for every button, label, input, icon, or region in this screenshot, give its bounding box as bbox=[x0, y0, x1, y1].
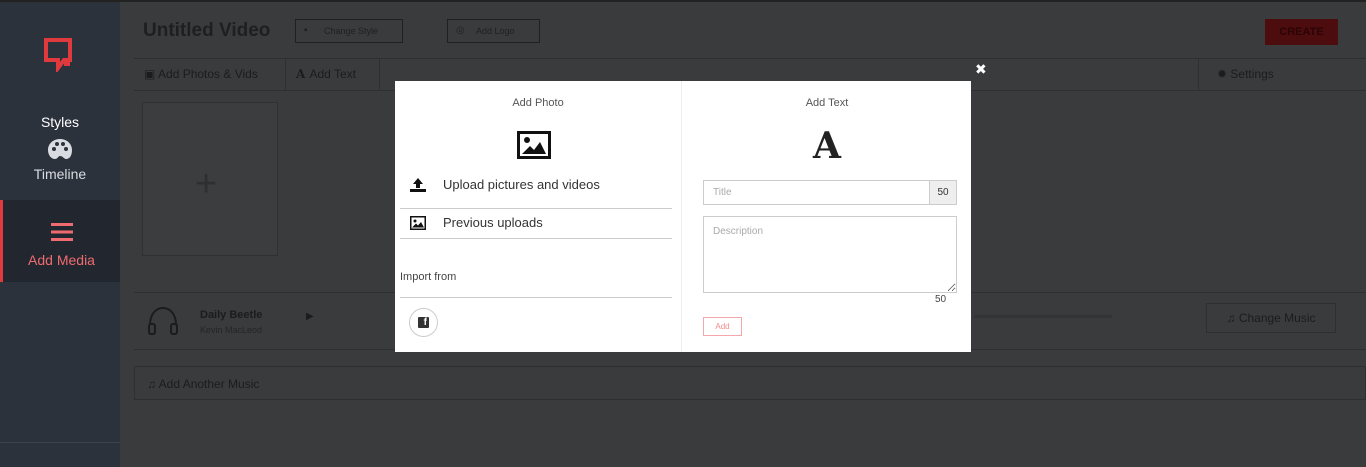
add-text-panel: Add Text A 50 50 Add bbox=[683, 81, 971, 352]
close-icon[interactable]: ✖ bbox=[975, 61, 987, 78]
music-progress-bar[interactable] bbox=[974, 315, 1112, 318]
text-tab-icon: A bbox=[296, 67, 310, 81]
music-note-icon: ♫ bbox=[147, 377, 159, 391]
image-icon: ▪ bbox=[304, 25, 308, 36]
upload-option[interactable]: Upload pictures and videos bbox=[400, 171, 672, 209]
description-char-count: 50 bbox=[935, 294, 947, 305]
create-button[interactable]: CREATE bbox=[1265, 19, 1338, 45]
app-logo-icon[interactable] bbox=[44, 38, 74, 72]
music-note-icon: ♫ bbox=[1226, 311, 1239, 325]
photo-tab-icon: ▣ bbox=[144, 67, 159, 81]
change-style-button[interactable]: ▪ Change Style bbox=[295, 19, 403, 43]
tab-add-photos-label: Add Photos & Vids bbox=[158, 67, 258, 81]
add-text-heading: Add Text bbox=[805, 97, 849, 109]
add-another-music-button[interactable]: ♫ Add Another Music bbox=[134, 366, 1366, 400]
title-field[interactable] bbox=[703, 180, 929, 205]
upload-label: Upload pictures and videos bbox=[443, 177, 600, 192]
add-photo-panel: Add Photo Upload pictures and videos Pre… bbox=[395, 81, 682, 352]
add-logo-button[interactable]: ◎ Add Logo bbox=[447, 19, 540, 43]
sidebar: Styles Timeline Add Media bbox=[0, 0, 120, 467]
facebook-import-button[interactable]: f bbox=[409, 308, 438, 337]
tab-settings-label: Settings bbox=[1230, 67, 1274, 81]
change-music-button[interactable]: ♫ Change Music bbox=[1206, 303, 1336, 333]
logo-icon: ◎ bbox=[456, 25, 465, 36]
tab-add-text[interactable]: A Add Text bbox=[286, 59, 380, 90]
headphones-icon bbox=[148, 306, 178, 335]
add-logo-label: Add Logo bbox=[476, 26, 515, 36]
change-music-label: Change Music bbox=[1238, 311, 1316, 325]
palette-icon bbox=[48, 139, 72, 159]
gear-icon: ✹ bbox=[1217, 67, 1231, 81]
video-title[interactable]: Untitled Video bbox=[143, 20, 270, 42]
title-char-count: 50 bbox=[929, 180, 957, 205]
description-field[interactable] bbox=[703, 216, 957, 293]
menu-lines-icon bbox=[50, 223, 73, 241]
music-title: Daily Beetle bbox=[200, 309, 263, 321]
tab-add-photos[interactable]: ▣ Add Photos & Vids bbox=[134, 59, 286, 90]
sidebar-item-add-media-label: Add Media bbox=[28, 252, 95, 268]
previous-uploads-option[interactable]: Previous uploads bbox=[400, 209, 672, 239]
upload-icon bbox=[410, 178, 426, 192]
previous-uploads-label: Previous uploads bbox=[443, 215, 543, 230]
image-icon bbox=[410, 216, 426, 230]
sidebar-item-styles-label: Styles bbox=[40, 114, 80, 130]
tab-add-text-label: Add Text bbox=[309, 67, 356, 81]
music-artist: Kevin MacLeod bbox=[200, 325, 263, 335]
plus-icon: + bbox=[195, 163, 218, 205]
import-from-label: Import from bbox=[400, 271, 457, 283]
change-style-label: Change Style bbox=[324, 26, 379, 36]
sidebar-item-timeline-label[interactable]: Timeline bbox=[0, 166, 120, 182]
tab-settings[interactable]: ✹ Settings bbox=[1198, 59, 1364, 90]
sidebar-item-styles[interactable]: Styles Timeline bbox=[0, 112, 120, 198]
play-icon[interactable]: ▶ bbox=[306, 311, 314, 322]
add-another-music-label: Add Another Music bbox=[158, 377, 260, 391]
text-icon: A bbox=[813, 125, 841, 167]
photo-icon bbox=[517, 131, 551, 159]
facebook-icon: f bbox=[418, 317, 429, 328]
add-media-modal: Add Photo Upload pictures and videos Pre… bbox=[395, 81, 971, 352]
add-photo-heading: Add Photo bbox=[512, 97, 564, 109]
add-media-tile[interactable]: + bbox=[142, 102, 278, 256]
sidebar-item-add-media[interactable]: Add Media bbox=[0, 200, 120, 282]
sidebar-divider bbox=[0, 442, 120, 443]
add-text-button[interactable]: Add bbox=[703, 317, 742, 336]
import-divider bbox=[400, 297, 672, 298]
